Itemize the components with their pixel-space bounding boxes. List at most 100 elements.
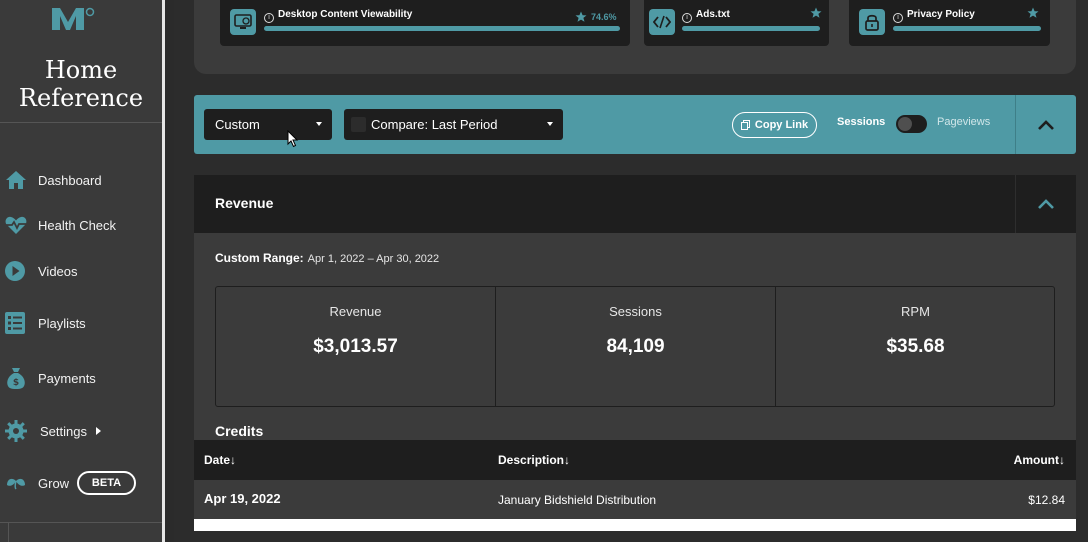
metric-revenue: Revenue $3,013.57	[216, 287, 495, 406]
home-icon	[6, 171, 26, 189]
health-card-value: 74.6%	[591, 12, 617, 22]
site-name: Home Reference	[0, 56, 162, 112]
health-card-title: Desktop Content Viewability	[278, 9, 413, 20]
row-date: Apr 19, 2022	[204, 491, 281, 506]
table-footer-strip	[194, 519, 1076, 531]
column-header-amount[interactable]: Amount↓	[1014, 453, 1065, 467]
compare-select[interactable]: Compare: Last Period	[344, 109, 563, 140]
beta-badge: BETA	[77, 471, 136, 495]
lock-icon	[859, 9, 885, 35]
info-icon[interactable]: i	[893, 13, 903, 23]
sidebar-item-label: Grow	[38, 475, 70, 491]
metric-rpm: RPM $35.68	[776, 287, 1055, 406]
sessions-pageviews-toggle[interactable]	[896, 115, 927, 133]
info-icon[interactable]: i	[264, 13, 274, 23]
mouse-cursor-icon	[287, 130, 299, 148]
main-content: i Desktop Content Viewability 74.6% i Ad…	[174, 0, 1088, 542]
sidebar-edge	[162, 0, 174, 542]
filter-toolbar: Custom Compare: Last Period Copy Link Se…	[194, 95, 1076, 154]
sidebar-item-label: Health Check	[38, 217, 117, 233]
sidebar-item-health-check[interactable]: Health Check	[0, 205, 162, 245]
sidebar-item-videos[interactable]: Videos	[0, 251, 162, 291]
sessions-toggle-label: Sessions	[837, 116, 886, 128]
sidebar-item-payments[interactable]: $ Payments	[0, 358, 162, 398]
revenue-panel: Revenue Custom Range: Apr 1, 2022 – Apr 3…	[194, 175, 1076, 542]
custom-range-value: Apr 1, 2022 – Apr 30, 2022	[307, 253, 440, 265]
column-header-date[interactable]: Date↓	[204, 453, 236, 467]
revenue-header: Revenue	[194, 175, 1076, 233]
sidebar-item-grow[interactable]: Grow BETA	[0, 463, 162, 503]
sidebar-item-label: Videos	[38, 263, 78, 279]
credits-table-header: Date↓ Description↓ Amount↓	[194, 440, 1076, 480]
metric-value: 84,109	[606, 336, 665, 357]
leaf-icon	[7, 478, 25, 490]
health-card-title: Ads.txt	[696, 9, 730, 20]
column-header-description[interactable]: Description↓	[498, 453, 570, 467]
health-card-privacy-policy[interactable]: i Privacy Policy	[849, 0, 1050, 46]
health-card-ads-txt[interactable]: i Ads.txt	[644, 0, 829, 46]
health-check-panel: i Desktop Content Viewability 74.6% i Ad…	[194, 0, 1076, 74]
site-name-line1: Home	[44, 56, 118, 84]
sidebar-item-dashboard[interactable]: Dashboard	[0, 160, 162, 200]
chevron-up-icon	[1038, 119, 1054, 130]
chevron-down-icon	[547, 122, 553, 126]
sidebar-item-label: Playlists	[38, 315, 86, 331]
metric-label: RPM	[901, 304, 930, 319]
copy-link-button[interactable]: Copy Link	[732, 112, 817, 138]
health-card-viewability[interactable]: i Desktop Content Viewability 74.6%	[220, 0, 630, 46]
code-icon	[649, 9, 675, 35]
metric-label: Sessions	[609, 304, 662, 319]
logo-icon	[52, 7, 95, 30]
health-card-bar	[682, 26, 820, 31]
sidebar-item-playlists[interactable]: Playlists	[0, 303, 162, 343]
sidebar-item-label: Payments	[38, 370, 96, 386]
row-amount: $12.84	[1028, 493, 1065, 507]
panel-bottom	[194, 531, 1076, 542]
toolbar-collapse-button[interactable]	[1016, 95, 1076, 154]
metric-value: $35.68	[886, 336, 945, 357]
scrollbar[interactable]	[1076, 0, 1088, 542]
sidebar: Home Reference Dashboard Health Check Vi…	[0, 0, 162, 542]
app-root: Home Reference Dashboard Health Check Vi…	[0, 0, 1088, 542]
star-icon	[575, 11, 587, 22]
site-name-line2: Reference	[18, 84, 144, 112]
star-icon	[1027, 7, 1039, 18]
heart-pulse-icon	[5, 216, 27, 234]
custom-range-label: Custom Range:	[215, 251, 304, 265]
metrics-box: Revenue $3,013.57 Sessions 84,109 RPM $3…	[215, 286, 1055, 407]
monitor-icon	[230, 9, 256, 35]
money-bag-icon: $	[7, 368, 25, 389]
chevron-down-icon	[316, 122, 322, 126]
chevron-up-icon	[1038, 199, 1054, 209]
gear-icon	[5, 420, 27, 442]
revenue-title: Revenue	[215, 195, 274, 211]
date-range-select-value: Custom	[215, 117, 260, 132]
compare-select-value: Compare: Last Period	[371, 117, 498, 132]
metric-sessions: Sessions 84,109	[496, 287, 775, 406]
pageviews-toggle-label: Pageviews	[937, 116, 991, 128]
sidebar-bottom-divider	[0, 522, 162, 523]
copy-link-label: Copy Link	[754, 119, 809, 131]
table-row: Apr 19, 2022 January Bidshield Distribut…	[194, 480, 1076, 519]
sidebar-divider	[0, 122, 162, 123]
date-range-select[interactable]: Custom	[204, 109, 332, 140]
sidebar-item-settings[interactable]: Settings	[0, 411, 162, 451]
revenue-collapse-button[interactable]	[1016, 175, 1076, 233]
row-description: January Bidshield Distribution	[498, 493, 657, 507]
copy-icon	[740, 120, 750, 130]
info-icon[interactable]: i	[682, 13, 692, 23]
custom-range: Custom Range: Apr 1, 2022 – Apr 30, 2022	[215, 251, 439, 265]
metric-value: $3,013.57	[313, 336, 398, 357]
health-card-bar	[893, 26, 1041, 31]
svg-text:$: $	[13, 378, 19, 388]
list-icon	[5, 312, 25, 334]
credits-title: Credits	[215, 423, 264, 439]
toggle-knob	[898, 117, 912, 131]
health-card-bar	[264, 26, 620, 31]
sidebar-item-label: Settings	[40, 423, 87, 439]
compare-checkbox[interactable]	[351, 117, 366, 132]
caret-right-icon	[96, 427, 101, 435]
sidebar-bottom-tick	[8, 522, 9, 542]
star-icon	[810, 7, 822, 18]
metric-label: Revenue	[329, 304, 382, 319]
